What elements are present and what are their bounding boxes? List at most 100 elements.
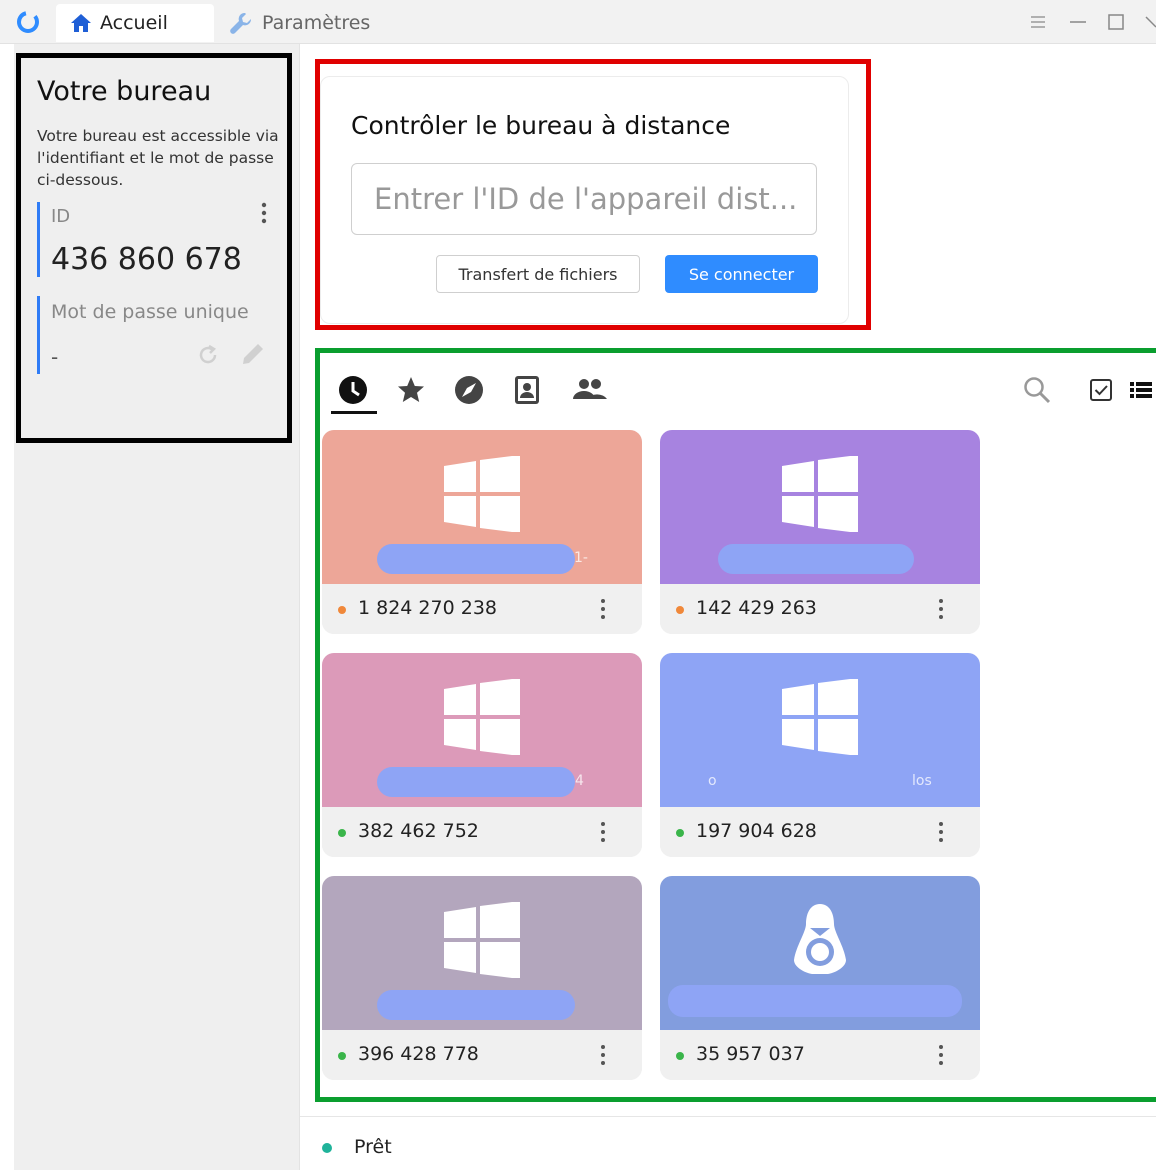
status-bar-divider [300,1116,1156,1117]
peer-card[interactable]: 4 382 462 752 [322,653,642,857]
remote-control-card: Contrôler le bureau à distance Transfert… [320,76,849,324]
peer-status-dot [338,829,346,837]
your-desktop-title: Votre bureau [37,76,212,107]
tab-settings[interactable]: Paramètres [228,4,370,42]
peer-thumbnail: o los [660,653,980,807]
peer-hostname-head: o [708,773,717,789]
peer-status-dot [338,606,346,614]
peer-id: 35 957 037 [696,1043,805,1065]
peer-id: 1 824 270 238 [358,597,498,619]
peer-hostname-redacted [377,544,575,574]
peer-card[interactable]: 142 429 263 [660,430,980,634]
password-label: Mot de passe unique [51,301,249,323]
remote-control-title: Contrôler le bureau à distance [351,111,731,140]
status-text: Prêt [354,1136,392,1158]
list-view-icon[interactable] [1126,375,1156,405]
your-desktop-card: Votre bureau Votre bureau est accessible… [16,53,292,443]
peer-footer: 197 904 628 [660,807,980,857]
windows-icon [782,679,858,755]
peer-status-dot [676,606,684,614]
home-icon [71,14,91,32]
peer-id: 396 428 778 [358,1043,479,1065]
tab-recent[interactable] [336,373,370,407]
windows-icon [782,456,858,532]
recent-icon [339,376,367,404]
peer-footer: 35 957 037 [660,1030,980,1080]
peer-more-icon[interactable] [938,1044,944,1066]
favorites-icon [398,377,424,402]
minimize-icon[interactable] [1066,10,1090,34]
peer-card[interactable]: o los 197 904 628 [660,653,980,857]
password-accent-bar [37,296,40,374]
peer-card[interactable]: 35 957 037 [660,876,980,1080]
id-label: ID [51,206,71,227]
peer-id: 382 462 752 [358,820,479,842]
address-book-icon [515,376,539,404]
peer-more-icon[interactable] [938,821,944,843]
peer-thumbnail: 4 [322,653,642,807]
group-icon [573,379,607,399]
title-bar: Accueil Paramètres [0,0,1156,44]
peer-more-icon[interactable] [600,1044,606,1066]
tab-favorites[interactable] [394,373,428,407]
remote-id-input[interactable] [351,163,817,235]
password-value: - [51,345,59,369]
maximize-icon[interactable] [1104,10,1128,34]
menu-icon[interactable] [1026,10,1050,34]
peer-more-icon[interactable] [938,598,944,620]
windows-icon [444,902,520,978]
peer-hostname-tail: los [912,773,932,789]
peer-status-dot [338,1052,346,1060]
discovered-icon [455,376,483,404]
peer-footer: 142 429 263 [660,584,980,634]
peer-more-icon[interactable] [600,598,606,620]
remote-control-section: Contrôler le bureau à distance Transfert… [315,59,871,330]
file-transfer-button[interactable]: Transfert de fichiers [436,255,640,293]
windows-icon [444,679,520,755]
peer-hostname-redacted [668,985,962,1017]
connect-button[interactable]: Se connecter [665,255,818,293]
peer-thumbnail [660,430,980,584]
peer-id: 142 429 263 [696,597,817,619]
refresh-icon[interactable] [195,342,221,368]
peer-hostname-tail: 4 [575,773,584,789]
peer-status-dot [676,829,684,837]
tab-home[interactable]: Accueil [56,4,214,42]
peer-hostname-redacted [377,990,575,1020]
peer-hostname-redacted [377,767,575,797]
tab-group[interactable] [570,373,610,407]
peer-hostname-tail: 1- [574,550,588,566]
linux-icon [794,904,846,974]
app-logo-icon [17,11,39,33]
search-icon[interactable] [1022,375,1052,405]
peers-panel: 1- 1 824 270 238 142 429 263 4 382 462 7… [315,348,1156,1102]
peer-id: 197 904 628 [696,820,817,842]
tab-settings-label: Paramètres [262,12,371,34]
select-mode-icon[interactable] [1086,375,1116,405]
id-value: 436 860 678 [51,242,242,277]
peer-footer: 396 428 778 [322,1030,642,1080]
edit-icon[interactable] [239,340,267,368]
peer-footer: 382 462 752 [322,807,642,857]
tab-home-label: Accueil [100,12,168,34]
peer-status-dot [676,1052,684,1060]
tab-discovered[interactable] [452,373,486,407]
wrench-icon [230,12,252,34]
peer-card[interactable]: 396 428 778 [322,876,642,1080]
peer-hostname-redacted [718,544,914,574]
peer-more-icon[interactable] [600,821,606,843]
tab-address-book[interactable] [510,373,544,407]
close-icon[interactable] [1142,10,1156,34]
peer-thumbnail: 1- [322,430,642,584]
peer-card[interactable]: 1- 1 824 270 238 [322,430,642,634]
active-tab-indicator [331,411,377,414]
status-dot [322,1143,332,1153]
your-desktop-description: Votre bureau est accessible via l'identi… [37,127,279,189]
peer-footer: 1 824 270 238 [322,584,642,634]
id-accent-bar [37,202,40,277]
left-panel: Votre bureau Votre bureau est accessible… [14,44,300,1170]
id-more-icon[interactable] [261,202,267,224]
peer-thumbnail [322,876,642,1030]
windows-icon [444,456,520,532]
peer-thumbnail [660,876,980,1030]
